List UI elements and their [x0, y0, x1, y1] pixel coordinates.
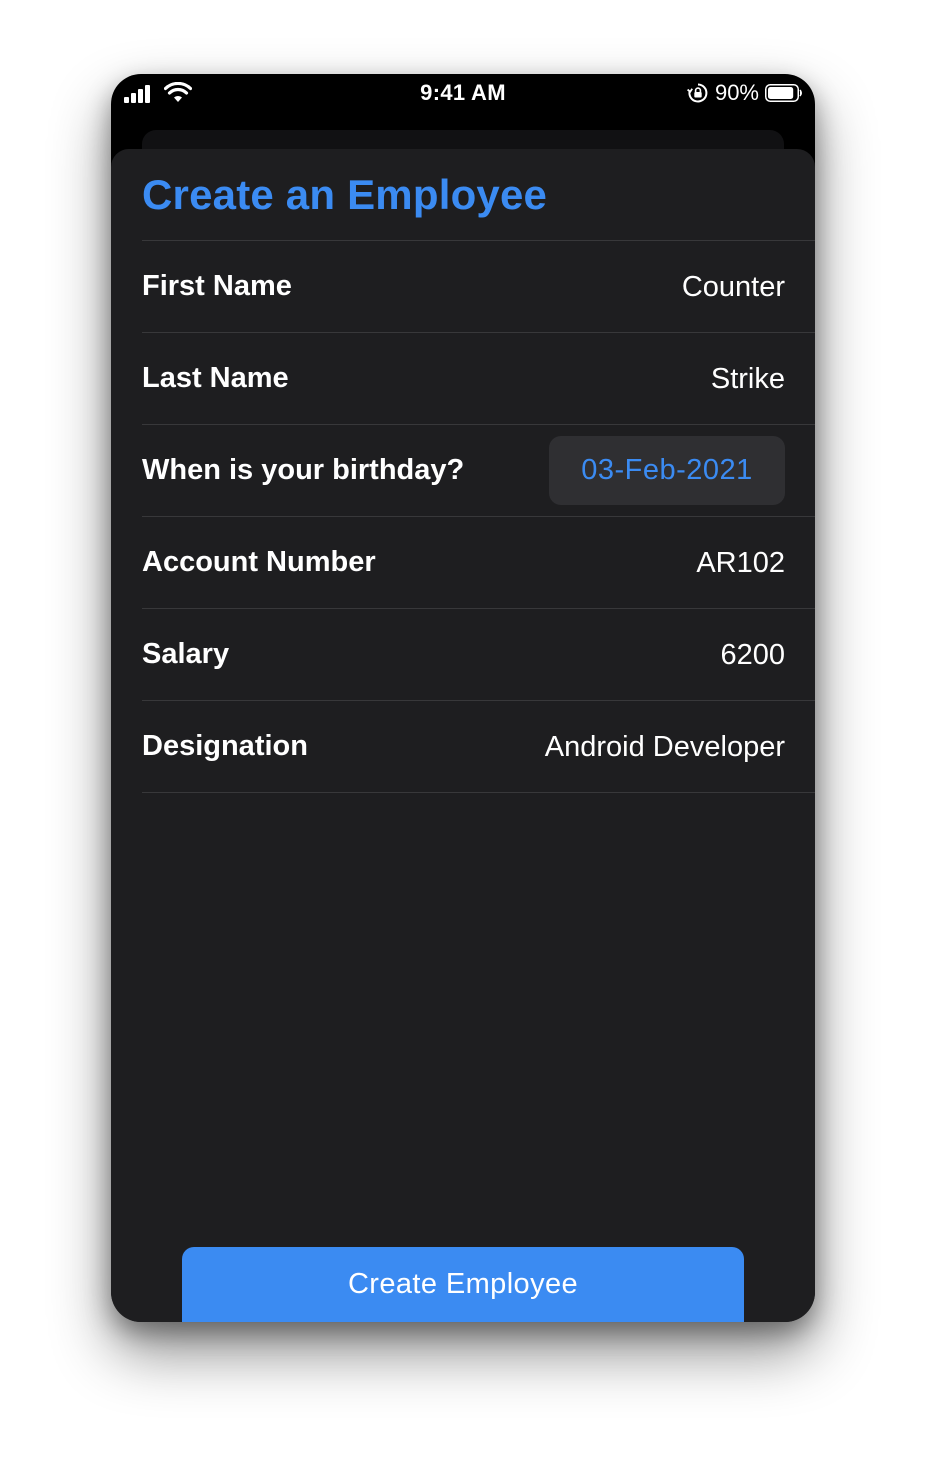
designation-field[interactable] [465, 701, 785, 794]
create-employee-button[interactable]: Create Employee [182, 1247, 744, 1322]
designation-row: Designation [142, 701, 815, 794]
birthday-label: When is your birthday? [142, 454, 465, 486]
birthday-date-picker[interactable]: 03-Feb-2021 [549, 436, 785, 505]
salary-field[interactable] [465, 609, 785, 702]
create-employee-sheet: Create an Employee First Name Last Name … [111, 149, 815, 1322]
battery-icon [765, 84, 802, 102]
last-name-row: Last Name [142, 333, 815, 426]
account-number-row: Account Number [142, 517, 815, 610]
phone-screen: 9:41 AM 90% Create an Employee First Nam… [111, 74, 815, 1322]
designation-label: Designation [142, 730, 308, 762]
status-bar: 9:41 AM 90% [111, 74, 815, 114]
account-number-field[interactable] [465, 517, 785, 610]
birthday-row: When is your birthday? 03-Feb-2021 [142, 425, 815, 517]
page-title: Create an Employee [142, 171, 548, 218]
first-name-field[interactable] [465, 241, 785, 334]
battery-percent: 90% [714, 80, 759, 105]
first-name-row: First Name [142, 241, 815, 334]
account-number-label: Account Number [142, 546, 376, 578]
last-name-label: Last Name [142, 362, 289, 394]
first-name-label: First Name [142, 270, 292, 302]
status-right: 90% [686, 80, 803, 106]
salary-row: Salary [142, 609, 815, 702]
employee-form: First Name Last Name When is your birthd… [142, 240, 815, 794]
salary-label: Salary [142, 638, 230, 670]
orientation-lock-icon [686, 83, 708, 103]
last-name-field[interactable] [465, 333, 785, 426]
